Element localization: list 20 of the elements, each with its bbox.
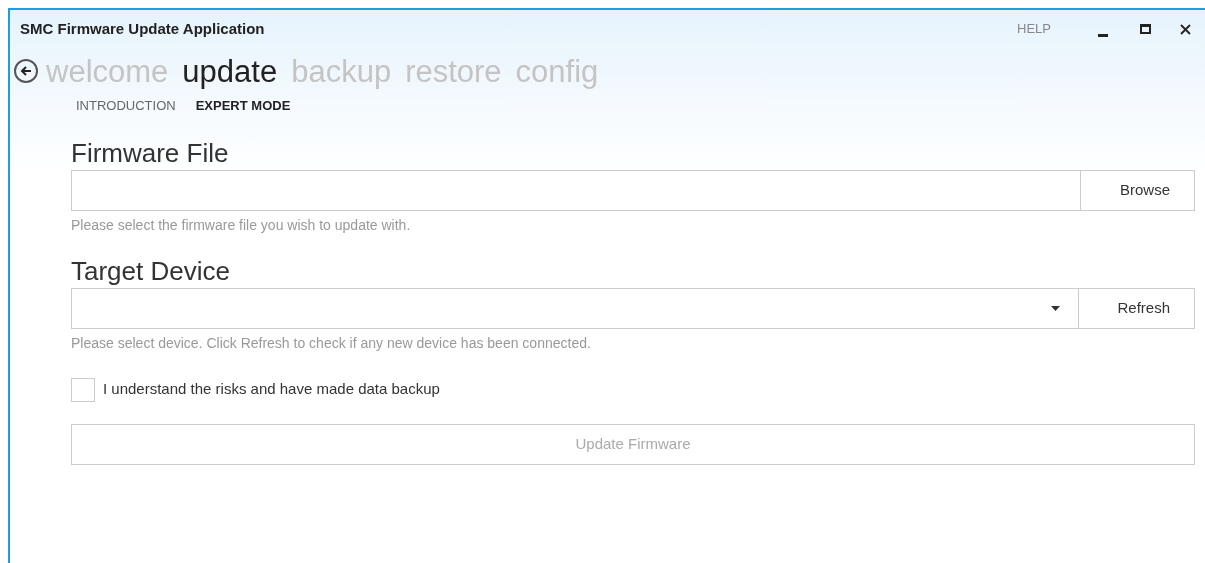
close-icon xyxy=(1179,23,1191,35)
hint-text: Please select the firmware file you wish to update with. xyxy=(71,215,412,235)
nav-tab[interactable]: welcome xyxy=(46,55,169,87)
subnav-tab[interactable]: EXPERT MODE xyxy=(195,96,291,116)
back-arrow-icon xyxy=(20,65,32,77)
help-link[interactable]: HELP xyxy=(1017,19,1051,39)
subnav-tab[interactable]: INTRODUCTION xyxy=(76,96,176,116)
nav-tab[interactable]: restore xyxy=(405,55,502,87)
consent-checkbox[interactable] xyxy=(71,377,95,402)
refresh-button[interactable]: Refresh xyxy=(1079,287,1195,329)
back-button[interactable] xyxy=(14,59,38,83)
nav-tab[interactable]: config xyxy=(515,55,599,87)
section-heading: Firmware File xyxy=(71,136,230,170)
hint-text: Please select device. Click Refresh to check if any new device has been connected. xyxy=(71,333,592,353)
checkbox-label: I understand the risks and have made data backup xyxy=(103,379,440,400)
nav-tab[interactable]: update xyxy=(182,55,278,87)
window-title: SMC Firmware Update Application xyxy=(20,18,265,39)
caret-icon xyxy=(1051,305,1060,311)
nav-tab[interactable]: backup xyxy=(291,55,392,87)
section-heading: Target Device xyxy=(71,254,231,288)
